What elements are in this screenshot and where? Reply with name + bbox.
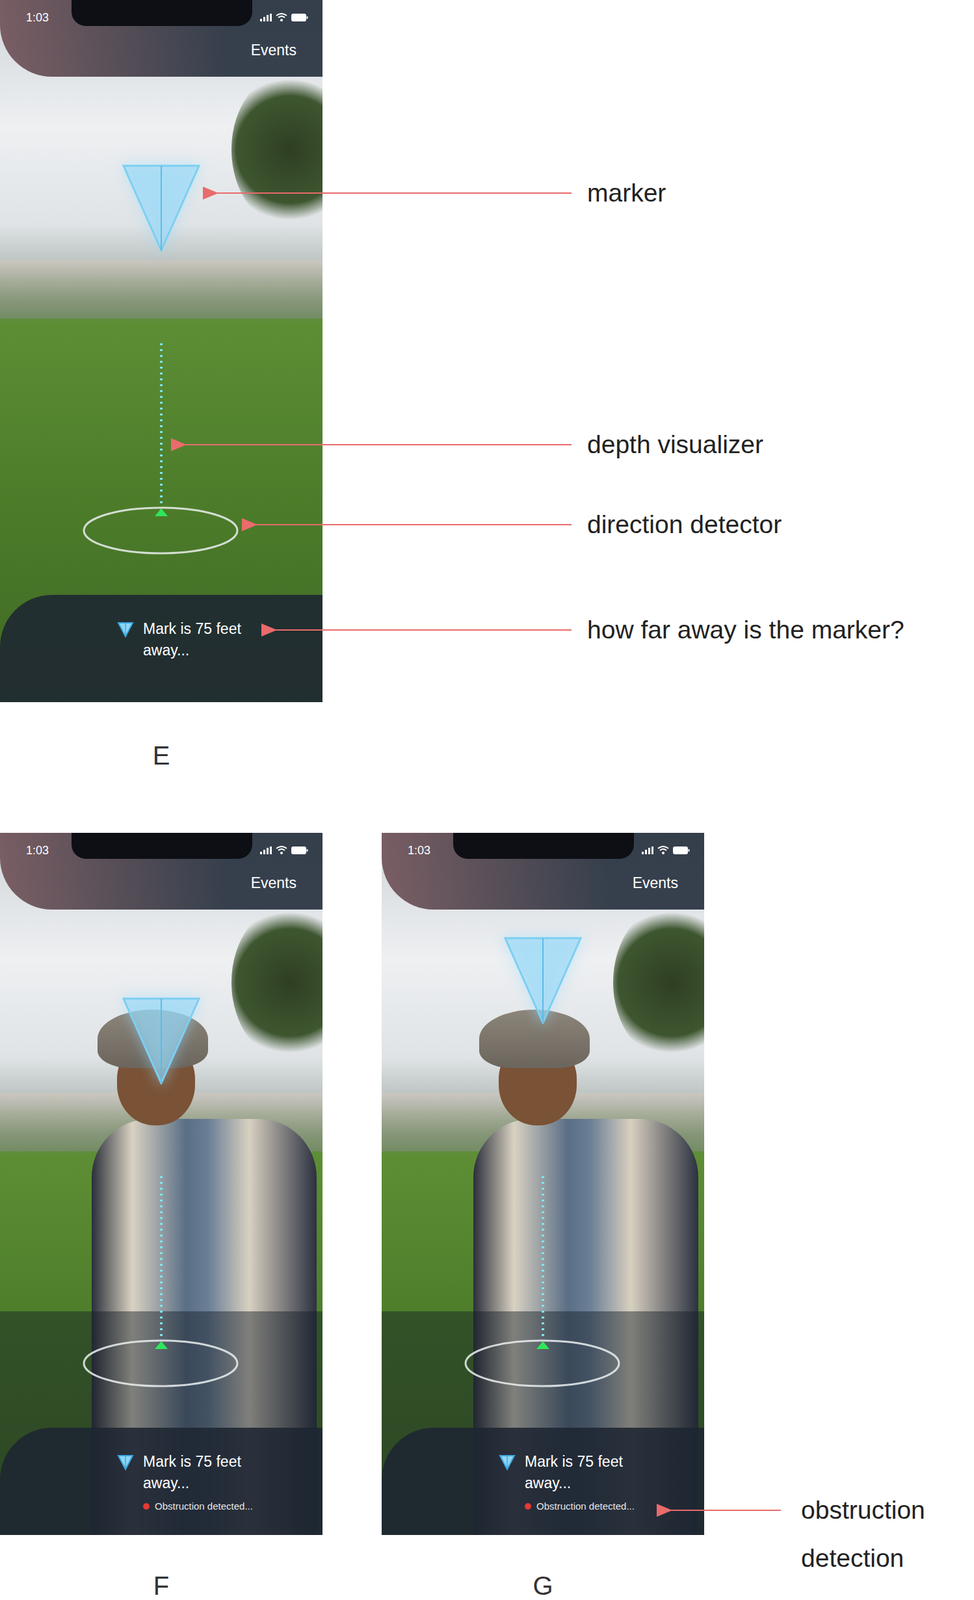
status-time: 1:03 (407, 843, 431, 858)
annotation-label: direction detector (587, 508, 952, 541)
direction-detector (79, 504, 242, 557)
arrows (0, 0, 974, 1600)
signal-icon (260, 13, 272, 22)
bottom-row: 1:03 Events Mark is 75 feet away... Obstruc… (0, 832, 974, 1536)
signal-icon (641, 846, 654, 855)
depth-visualizer (535, 1176, 551, 1352)
depth-visualizer (153, 1176, 170, 1352)
caption: E (0, 702, 323, 833)
marker-icon (498, 1453, 516, 1471)
signal-icon (260, 846, 272, 855)
obstruction-status: Obstruction detected... (143, 1500, 261, 1512)
wifi-icon (657, 845, 670, 855)
caption: F (0, 1535, 323, 1600)
trees (613, 904, 705, 1061)
wifi-icon (275, 845, 288, 855)
notch (453, 832, 634, 859)
events-link[interactable]: Events (632, 874, 679, 893)
battery-icon (291, 846, 309, 855)
distance-panel: Mark is 75 feet away... Obstruction detec… (381, 1427, 705, 1536)
status-icons (260, 845, 309, 855)
top-row: 1:03 Events Mark is 75 feet away... (0, 0, 974, 703)
events-link[interactable]: Events (250, 41, 297, 60)
distance-text: Mark is 75 feet away... (143, 618, 261, 662)
trees (231, 904, 323, 1061)
distance-panel: Mark is 75 feet away... Obstruction detec… (0, 1427, 323, 1536)
battery-icon (672, 846, 690, 855)
arrow (669, 1509, 781, 1512)
phone-screen: 1:03 Events Mark is 75 feet away... (0, 0, 323, 703)
direction-detector (460, 1337, 624, 1390)
events-link[interactable]: Events (250, 874, 297, 893)
battery-icon (291, 13, 309, 22)
annotation-label: how far away is the marker? (587, 613, 971, 647)
distance-panel: Mark is 75 feet away... (0, 594, 323, 703)
notch (71, 0, 253, 27)
trees (231, 71, 323, 228)
distance-info: Mark is 75 feet away... (143, 618, 261, 662)
marker-icon (117, 1453, 134, 1471)
distance-info: Mark is 75 feet away... Obstruction detec… (524, 1451, 642, 1512)
distance-text: Mark is 75 feet away... (143, 1451, 261, 1495)
phone-screen: 1:03 Events Mark is 75 feet away... Obstruc… (0, 832, 323, 1536)
status-icons (641, 845, 690, 855)
arrow (215, 192, 572, 194)
notch (71, 832, 253, 859)
obstruction-dot (524, 1503, 532, 1510)
header: 1:03 Events (0, 0, 323, 77)
marker-icon (117, 620, 134, 638)
annotation-label: marker (587, 176, 952, 210)
arrow (254, 524, 572, 526)
top-captions: E (0, 702, 974, 833)
caption: G (381, 1535, 705, 1600)
status-icons (260, 13, 309, 22)
wifi-icon (275, 13, 288, 22)
status-time: 1:03 (26, 11, 49, 25)
marker-icon (122, 997, 201, 1085)
arrow (184, 444, 572, 446)
annotation-label: depth visualizer (587, 428, 952, 461)
phone-screen: 1:03 Events Mark is 75 feet away... Obstruc… (381, 832, 705, 1536)
distance-text: Mark is 75 feet away... (524, 1451, 642, 1495)
header: 1:03 Events (0, 832, 323, 910)
skyline (0, 260, 323, 319)
header: 1:03 Events (381, 832, 705, 910)
figure: 1:03 Events Mark is 75 feet away... E 1:03 Ev… (0, 0, 974, 1600)
annotation-label: obstruction detection (801, 1486, 958, 1583)
arrow (274, 629, 572, 631)
status-time: 1:03 (26, 843, 49, 858)
distance-info: Mark is 75 feet away... Obstruction detec… (143, 1451, 261, 1512)
depth-visualizer (153, 343, 170, 519)
obstruction-dot (143, 1503, 150, 1510)
marker-icon (503, 936, 582, 1025)
direction-detector (79, 1337, 242, 1390)
obstruction-status: Obstruction detected... (524, 1500, 642, 1512)
marker-icon (122, 164, 201, 252)
person-cap (479, 1009, 590, 1069)
